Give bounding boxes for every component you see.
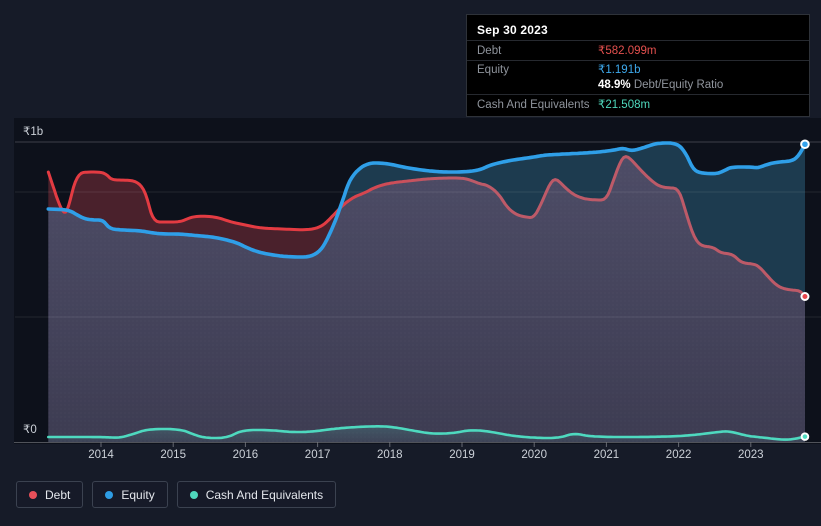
legend-equity-label: Equity [121, 487, 155, 502]
tooltip-equity-row: Equity ₹1.191b [477, 64, 803, 77]
tooltip-ratio-value: 48.9% [598, 79, 631, 91]
tooltip-cash-label: Cash And Equivalents [477, 99, 590, 111]
tooltip-ratio: 48.9% Debt/Equity Ratio [598, 79, 723, 92]
tooltip-ratio-row: 48.9% Debt/Equity Ratio [477, 79, 803, 92]
debt-endpoint [800, 292, 810, 301]
legend-item-cash[interactable]: Cash And Equivalents [176, 481, 337, 508]
tooltip-equity-label: Equity [477, 64, 509, 76]
tooltip-date: Sep 30 2023 [477, 23, 548, 37]
tooltip-divider [467, 40, 809, 41]
y-axis-bottom-label: ₹0 [23, 424, 37, 436]
legend-item-equity[interactable]: Equity [92, 481, 168, 508]
tooltip-ratio-label: Debt/Equity Ratio [633, 79, 724, 91]
y-axis-top-label: ₹1b [23, 126, 43, 138]
tooltip-cash-row: Cash And Equivalents ₹21.508m [477, 99, 803, 112]
tooltip-divider [467, 94, 809, 95]
debt-equity-history-panel: 2014 2015 2016 2017 2018 2019 2020 2021 2022 2023… [0, 0, 821, 526]
x-axis-label-2023: 2023 [738, 449, 764, 461]
legend-debt-label: Debt [45, 487, 71, 502]
x-axis-label-2021: 2021 [594, 449, 620, 461]
chart-tooltip: Sep 30 2023 Debt ₹582.099m Equity ₹1.191… [466, 14, 810, 117]
cash-endpoint [800, 432, 810, 441]
tooltip-debt-value: ₹582.099m [598, 45, 657, 57]
x-axis-label-2018: 2018 [377, 449, 403, 461]
equity-series-dot-icon [105, 490, 114, 499]
legend-cash-label: Cash And Equivalents [205, 487, 324, 502]
x-axis-label-2017: 2017 [305, 449, 331, 461]
x-axis-label-2016: 2016 [233, 449, 259, 461]
cash-series-dot-icon [189, 490, 198, 499]
x-axis-label-2015: 2015 [160, 449, 186, 461]
chart-legend: Debt Equity Cash And Equivalents [16, 481, 337, 508]
tooltip-equity-value: ₹1.191b [598, 64, 641, 76]
tooltip-cash-value: ₹21.508m [598, 99, 651, 111]
x-axis-label-2022: 2022 [666, 449, 692, 461]
x-axis-label-2019: 2019 [449, 449, 475, 461]
tooltip-debt-row: Debt ₹582.099m [477, 45, 803, 58]
x-axis-label-2014: 2014 [88, 449, 114, 461]
debt-series-dot-icon [29, 490, 37, 499]
tooltip-divider [467, 60, 809, 61]
x-axis-label-2020: 2020 [521, 449, 547, 461]
x-axis-labels: 2014 2015 2016 2017 2018 2019 2020 2021 2022 2023 [88, 442, 764, 461]
tooltip-debt-label: Debt [477, 45, 502, 57]
equity-endpoint [800, 139, 810, 150]
legend-item-debt[interactable]: Debt [16, 481, 84, 508]
